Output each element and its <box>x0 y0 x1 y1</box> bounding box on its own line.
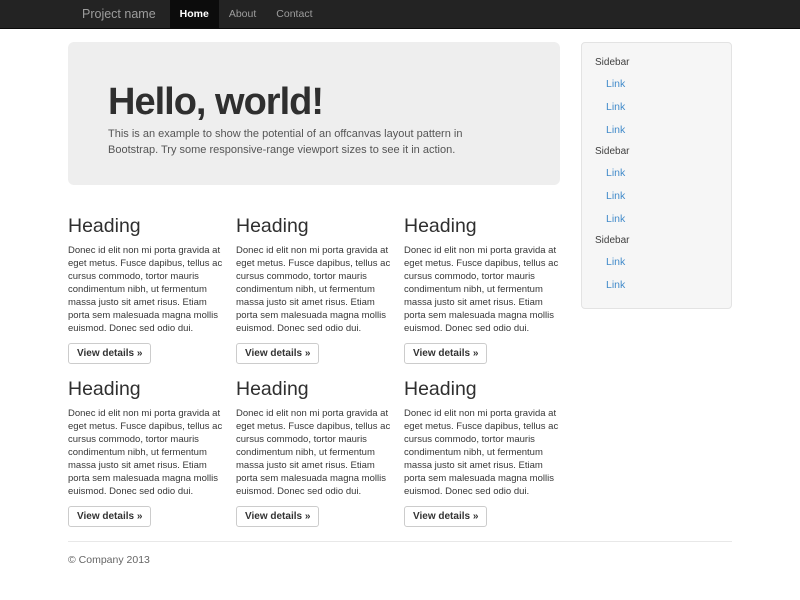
card-heading: Heading <box>404 378 559 400</box>
card-heading: Heading <box>236 378 391 400</box>
nav-item-contact[interactable]: Contact <box>266 0 322 28</box>
card-body: Donec id elit non mi porta gravida at eg… <box>404 407 559 498</box>
nav-item-about[interactable]: About <box>219 0 266 28</box>
card-6: Heading Donec id elit non mi porta gravi… <box>404 364 559 527</box>
card-body: Donec id elit non mi porta gravida at eg… <box>68 244 223 335</box>
card-heading: Heading <box>236 215 391 237</box>
sidebar-panel: Sidebar Link Link Link Sidebar Link Link… <box>581 42 732 309</box>
sidebar-group-header: Sidebar <box>595 146 721 157</box>
card-3: Heading Donec id elit non mi porta gravi… <box>404 201 559 364</box>
sidebar-link[interactable]: Link <box>595 161 721 184</box>
sidebar-link[interactable]: Link <box>595 207 721 230</box>
footer-divider <box>68 541 732 542</box>
copyright-text: © Company 2013 <box>68 554 732 566</box>
card-5: Heading Donec id elit non mi porta gravi… <box>236 364 391 527</box>
jumbotron: Hello, world! This is an example to show… <box>68 42 560 185</box>
view-details-button[interactable]: View details » <box>404 343 487 364</box>
content-row: Hello, world! This is an example to show… <box>68 42 732 527</box>
view-details-button[interactable]: View details » <box>68 343 151 364</box>
sidebar-column: Sidebar Link Link Link Sidebar Link Link… <box>573 42 732 527</box>
view-details-button[interactable]: View details » <box>236 343 319 364</box>
footer: © Company 2013 <box>68 541 732 566</box>
sidebar-link[interactable]: Link <box>595 273 721 296</box>
navbar-container: Project name Home About Contact <box>68 0 322 28</box>
sidebar-link[interactable]: Link <box>595 184 721 207</box>
cards-grid: Heading Donec id elit non mi porta gravi… <box>68 201 573 527</box>
navbar: Project name Home About Contact <box>0 0 800 29</box>
page-container: Hello, world! This is an example to show… <box>68 42 732 566</box>
page-title: Hello, world! <box>108 82 518 122</box>
sidebar-link[interactable]: Link <box>595 118 721 141</box>
card-1: Heading Donec id elit non mi porta gravi… <box>68 201 223 364</box>
card-body: Donec id elit non mi porta gravida at eg… <box>404 244 559 335</box>
view-details-button[interactable]: View details » <box>404 506 487 527</box>
sidebar-group-header: Sidebar <box>595 57 721 68</box>
sidebar-group-header: Sidebar <box>595 235 721 246</box>
nav-item-home[interactable]: Home <box>170 0 219 28</box>
card-heading: Heading <box>68 215 223 237</box>
view-details-button[interactable]: View details » <box>68 506 151 527</box>
sidebar-link[interactable]: Link <box>595 250 721 273</box>
card-2: Heading Donec id elit non mi porta gravi… <box>236 201 391 364</box>
sidebar-link[interactable]: Link <box>595 72 721 95</box>
card-body: Donec id elit non mi porta gravida at eg… <box>68 407 223 498</box>
view-details-button[interactable]: View details » <box>236 506 319 527</box>
card-body: Donec id elit non mi porta gravida at eg… <box>236 407 391 498</box>
sidebar-link[interactable]: Link <box>595 95 721 118</box>
card-body: Donec id elit non mi porta gravida at eg… <box>236 244 391 335</box>
main-column: Hello, world! This is an example to show… <box>68 42 573 527</box>
card-4: Heading Donec id elit non mi porta gravi… <box>68 364 223 527</box>
card-heading: Heading <box>404 215 559 237</box>
card-heading: Heading <box>68 378 223 400</box>
jumbotron-description: This is an example to show the potential… <box>108 126 506 158</box>
brand-link[interactable]: Project name <box>68 0 170 28</box>
